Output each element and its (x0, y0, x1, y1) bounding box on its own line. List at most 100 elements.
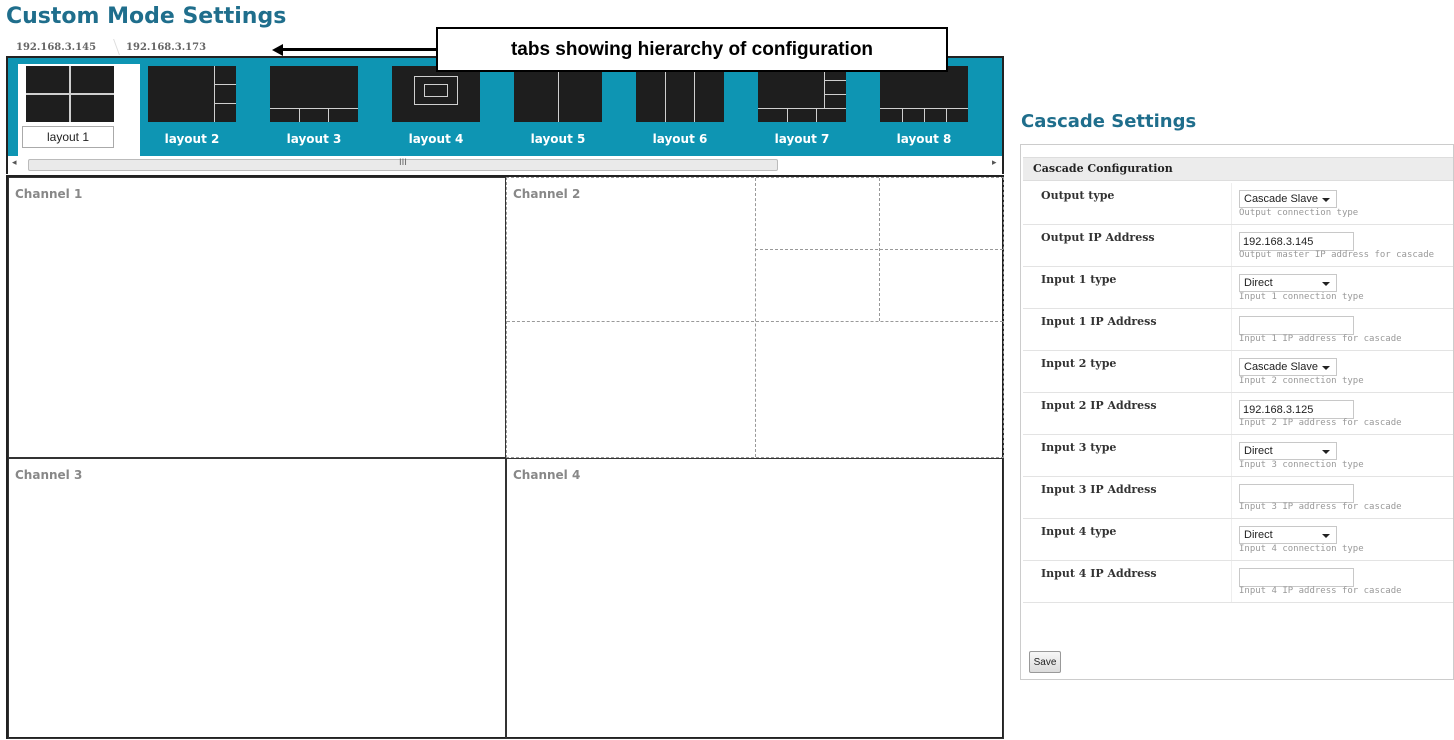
form-row-output-ip: Output IP Address 192.168.3.145 Output m… (1023, 225, 1453, 267)
breadcrumb-separator (106, 38, 116, 56)
layout-thumbnail (880, 66, 968, 122)
field-help: Input 4 connection type (1239, 544, 1364, 554)
scrollbar-grip: III (399, 158, 407, 168)
tab-label: layout 8 (896, 132, 952, 146)
layout-thumbnail (514, 66, 602, 122)
tab-layout-2[interactable]: layout 2 (140, 64, 262, 158)
select-value: Cascade Slave (1244, 193, 1318, 205)
scrollbar-thumb[interactable]: III (28, 158, 778, 171)
channel-1[interactable]: Channel 1 (8, 177, 506, 458)
left-arrow-icon (272, 44, 436, 56)
tab-layout-6[interactable]: layout 6 (628, 64, 750, 158)
channel-grid: Channel 1 Channel 2 Channel 3 Channel 4 (6, 175, 1004, 739)
breadcrumb-item[interactable]: 192.168.3.145 (6, 40, 106, 55)
channel-label: Channel 1 (15, 187, 83, 201)
scroll-right-icon[interactable]: ▸ (992, 158, 997, 168)
input-2-type-select[interactable]: Cascade Slave (1239, 358, 1337, 376)
layout-thumbnail (148, 66, 236, 122)
breadcrumb: 192.168.3.145 192.168.3.173 (6, 38, 216, 56)
select-value: Cascade Slave (1244, 361, 1318, 373)
select-value: Direct (1244, 445, 1273, 457)
output-type-select[interactable]: Cascade Slave (1239, 190, 1337, 208)
tab-label: layout 4 (408, 132, 464, 146)
horizontal-scrollbar[interactable]: ◂ III ▸ (6, 156, 1004, 174)
field-help: Input 1 IP address for cascade (1239, 334, 1402, 344)
input-3-ip-input[interactable] (1239, 484, 1354, 503)
layout-thumbnail (636, 66, 724, 122)
channel-label: Channel 3 (15, 468, 83, 482)
tab-label: layout 2 (164, 132, 220, 146)
form-row-input-1-type: Input 1 type Direct Input 1 connection t… (1023, 267, 1453, 309)
page-title: Custom Mode Settings (6, 4, 287, 29)
form-row-input-3-type: Input 3 type Direct Input 3 connection t… (1023, 435, 1453, 477)
tab-layout-1[interactable]: layout 1 (18, 64, 140, 158)
input-3-type-select[interactable]: Direct (1239, 442, 1337, 460)
output-ip-input[interactable]: 192.168.3.145 (1239, 232, 1354, 251)
panel-header: Cascade Configuration (1023, 157, 1453, 181)
channel-label: Channel 4 (513, 468, 581, 482)
form-row-input-4-type: Input 4 type Direct Input 4 connection t… (1023, 519, 1453, 561)
channel-label: Channel 2 (513, 187, 581, 201)
tab-label: layout 6 (652, 132, 708, 146)
field-help: Input 2 connection type (1239, 376, 1364, 386)
tab-label: layout 5 (530, 132, 586, 146)
tab-label: layout 7 (774, 132, 830, 146)
field-label: Input 2 IP Address (1041, 399, 1157, 412)
split-line (755, 178, 756, 457)
save-button[interactable]: Save (1029, 651, 1061, 673)
tab-layout-3[interactable]: layout 3 (262, 64, 384, 158)
cascade-panel: Cascade Configuration Output type Cascad… (1020, 144, 1454, 680)
breadcrumb-item[interactable]: 192.168.3.173 (116, 40, 216, 55)
field-help: Output master IP address for cascade (1239, 250, 1435, 260)
field-label: Input 4 type (1041, 525, 1117, 538)
dropdown-caret-icon (1322, 282, 1330, 286)
dropdown-caret-icon (1322, 366, 1330, 370)
form-row-input-2-ip: Input 2 IP Address 192.168.3.125 Input 2… (1023, 393, 1453, 435)
tab-label: layout 3 (286, 132, 342, 146)
dropdown-caret-icon (1322, 450, 1330, 454)
field-help: Input 3 connection type (1239, 460, 1364, 470)
field-label: Input 1 IP Address (1041, 315, 1157, 328)
field-help: Input 2 IP address for cascade (1239, 418, 1402, 428)
tab-layout-8[interactable]: layout 8 (872, 64, 994, 158)
cascade-title: Cascade Settings (1021, 111, 1197, 132)
layout-thumbnail (270, 66, 358, 122)
select-value: Direct (1244, 529, 1273, 541)
layout-thumbnail (758, 66, 846, 122)
channel-2[interactable]: Channel 2 (506, 177, 1004, 458)
field-help: Input 4 IP address for cascade (1239, 586, 1402, 596)
select-value: Direct (1244, 277, 1273, 289)
layout-quad-thumbnail (26, 66, 114, 122)
input-1-type-select[interactable]: Direct (1239, 274, 1337, 292)
tab-layout-5[interactable]: layout 5 (506, 64, 628, 158)
field-label: Output IP Address (1041, 231, 1155, 244)
input-4-type-select[interactable]: Direct (1239, 526, 1337, 544)
split-line (879, 178, 880, 321)
field-help: Input 3 IP address for cascade (1239, 502, 1402, 512)
scroll-left-icon[interactable]: ◂ (12, 158, 17, 168)
tab-label: layout 1 (22, 126, 114, 148)
field-help: Output connection type (1239, 208, 1359, 218)
field-label: Input 1 type (1041, 273, 1117, 286)
tab-layout-4[interactable]: layout 4 (384, 64, 506, 158)
form-row-input-3-ip: Input 3 IP Address Input 3 IP address fo… (1023, 477, 1453, 519)
input-4-ip-input[interactable] (1239, 568, 1354, 587)
field-label: Output type (1041, 189, 1115, 202)
form-row-input-2-type: Input 2 type Cascade Slave Input 2 conne… (1023, 351, 1453, 393)
input-1-ip-input[interactable] (1239, 316, 1354, 335)
field-help: Input 1 connection type (1239, 292, 1364, 302)
dropdown-caret-icon (1322, 534, 1330, 538)
field-label: Input 3 IP Address (1041, 483, 1157, 496)
field-label: Input 2 type (1041, 357, 1117, 370)
field-label: Input 4 IP Address (1041, 567, 1157, 580)
annotation-callout: tabs showing hierarchy of configuration (436, 27, 948, 72)
input-2-ip-input[interactable]: 192.168.3.125 (1239, 400, 1354, 419)
form-row-input-1-ip: Input 1 IP Address Input 1 IP address fo… (1023, 309, 1453, 351)
layout-thumbnail (392, 66, 480, 122)
form-row-input-4-ip: Input 4 IP Address Input 4 IP address fo… (1023, 561, 1453, 603)
tab-layout-7[interactable]: layout 7 (750, 64, 872, 158)
field-label: Input 3 type (1041, 441, 1117, 454)
layout-tabs: layout 1 layout 2 layout 3 layout 4 layo… (18, 64, 1002, 158)
channel-3[interactable]: Channel 3 (8, 458, 506, 739)
channel-4[interactable]: Channel 4 (506, 458, 1004, 739)
